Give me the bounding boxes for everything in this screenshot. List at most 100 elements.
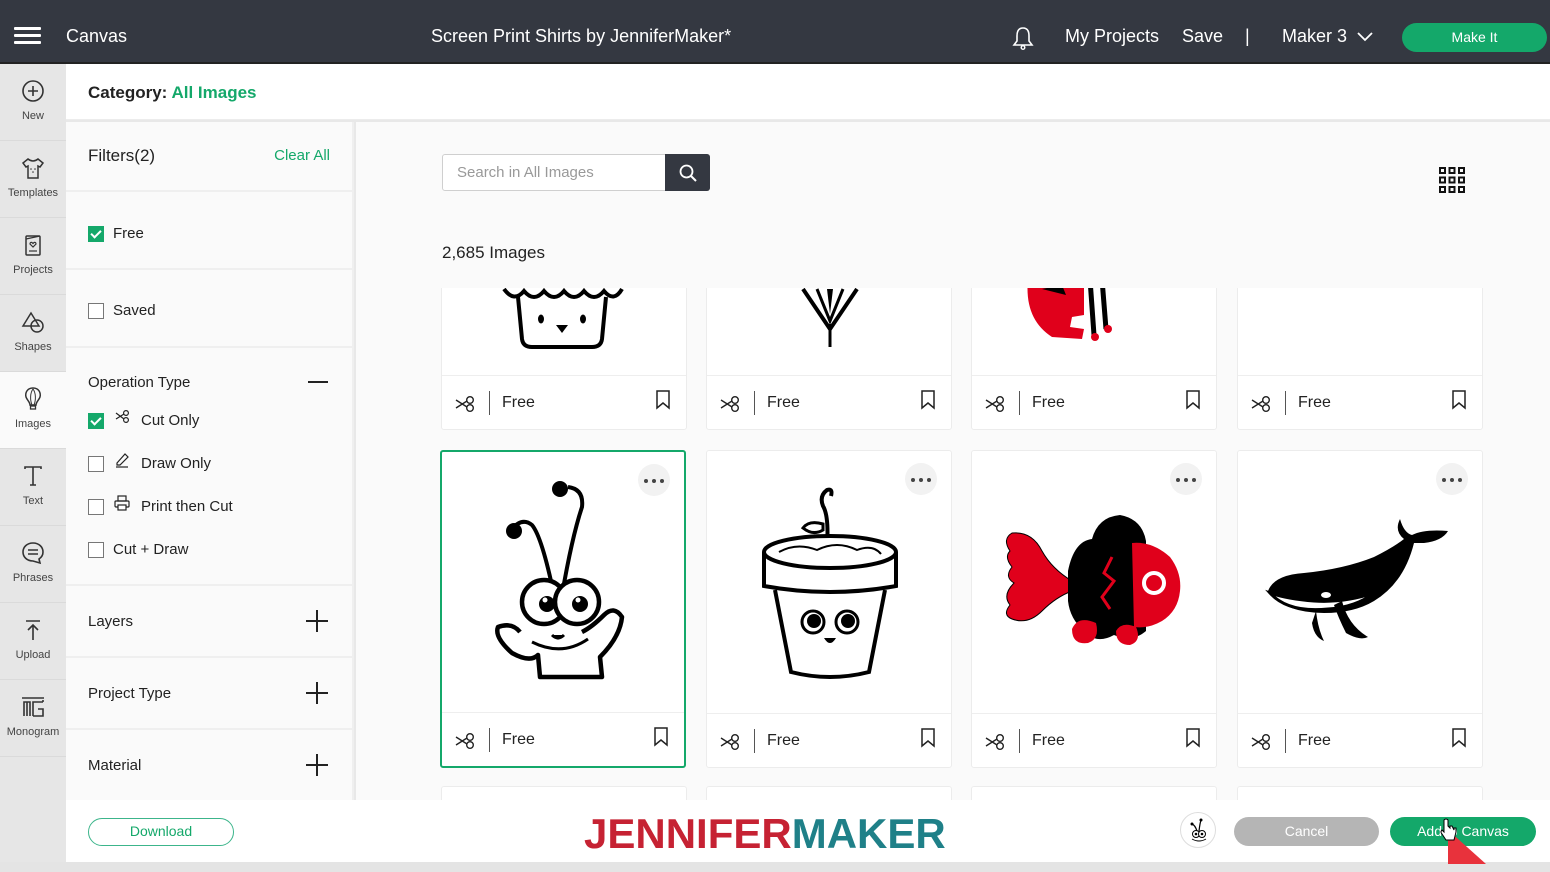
nav-images[interactable]: Images — [0, 372, 66, 449]
scissors-icon — [720, 396, 739, 412]
hamburger-menu-icon[interactable] — [14, 27, 41, 45]
cut-draw-checkbox[interactable] — [88, 542, 104, 558]
more-options-button[interactable] — [638, 464, 670, 496]
project-type-title: Project Type — [88, 685, 172, 702]
more-options-button[interactable] — [905, 463, 937, 495]
image-card[interactable] — [441, 786, 687, 800]
bookmark-icon[interactable] — [653, 727, 669, 747]
material-title: Material — [88, 757, 142, 774]
price-label: Free — [1032, 394, 1065, 411]
expand-plus-icon[interactable] — [306, 754, 328, 776]
free-label: Free — [113, 225, 144, 242]
filters-panel: Filters(2) Clear All Free Saved Operatio… — [66, 122, 354, 800]
bookmark-icon[interactable] — [1185, 390, 1201, 410]
image-card[interactable] — [1237, 786, 1483, 800]
grid-view-icon[interactable] — [1438, 166, 1466, 194]
cancel-button[interactable]: Cancel — [1234, 817, 1379, 846]
layers-section[interactable]: Layers — [66, 586, 354, 658]
chevron-down-icon[interactable] — [1357, 30, 1373, 42]
print-then-cut-checkbox[interactable] — [88, 499, 104, 515]
speech-bubble-icon — [22, 542, 44, 565]
machine-selector[interactable]: Maker 3 — [1282, 26, 1347, 47]
bookmark-icon[interactable] — [1451, 390, 1467, 410]
bookmark-icon[interactable] — [1451, 728, 1467, 748]
app-title: Canvas — [66, 26, 128, 46]
nav-label: New — [21, 110, 44, 122]
draw-only-checkbox[interactable] — [88, 456, 104, 472]
scissors-icon — [115, 409, 130, 424]
nav-label: Upload — [15, 649, 51, 661]
filters-header: Filters(2) Clear All — [66, 122, 354, 192]
free-checkbox[interactable] — [88, 226, 104, 242]
image-card[interactable] — [706, 786, 952, 800]
image-card[interactable]: Free — [706, 288, 952, 430]
more-options-button[interactable] — [1436, 463, 1468, 495]
image-card[interactable]: Free — [706, 450, 952, 768]
bookmark-icon[interactable] — [655, 390, 671, 410]
image-card[interactable]: Free — [971, 450, 1217, 768]
divider — [754, 729, 755, 753]
saved-checkbox[interactable] — [88, 303, 104, 319]
cupcake-face-image — [502, 288, 624, 349]
jennifermaker-logo: JENNIFERMAKER — [584, 810, 946, 858]
make-it-button[interactable]: Make It — [1402, 23, 1547, 52]
nav-upload[interactable]: Upload — [0, 603, 66, 680]
nav-shapes[interactable]: Shapes — [0, 295, 66, 372]
divider — [1019, 391, 1020, 415]
image-thumbnail[interactable] — [442, 288, 686, 376]
category-value[interactable]: All Images — [171, 83, 256, 102]
image-card[interactable] — [971, 786, 1217, 800]
image-thumbnail[interactable] — [707, 451, 951, 711]
divider — [1019, 729, 1020, 753]
plus-circle-icon — [22, 80, 44, 102]
nav-text[interactable]: Text — [0, 449, 66, 526]
download-button[interactable]: Download — [88, 818, 234, 846]
document-title[interactable]: Screen Print Shirts by JenniferMaker* — [431, 26, 731, 47]
expand-plus-icon[interactable] — [306, 682, 328, 704]
pointer-cursor-icon — [1440, 818, 1486, 864]
material-section[interactable]: Material — [66, 730, 354, 802]
nav-monogram[interactable]: Monogram — [0, 680, 66, 757]
left-navigation: New Templates Projects Shapes Images Tex… — [0, 64, 66, 872]
search-input[interactable] — [443, 155, 665, 190]
cut-only-checkbox[interactable] — [88, 413, 104, 429]
bottom-strip — [0, 862, 1550, 872]
image-thumbnail[interactable] — [972, 288, 1216, 376]
image-card[interactable]: Free — [971, 288, 1217, 430]
project-type-section[interactable]: Project Type — [66, 658, 354, 730]
collapse-minus-icon[interactable] — [308, 381, 328, 383]
clear-all-link[interactable]: Clear All — [274, 147, 330, 164]
expand-plus-icon[interactable] — [306, 610, 328, 632]
save-link[interactable]: Save — [1182, 26, 1223, 47]
nav-new[interactable]: New — [0, 64, 66, 141]
bookmark-icon[interactable] — [1185, 728, 1201, 748]
image-thumbnail[interactable] — [1238, 288, 1482, 376]
image-thumbnail[interactable] — [1238, 451, 1482, 711]
nav-projects[interactable]: Projects — [0, 218, 66, 295]
image-card-selected[interactable]: Free — [440, 450, 686, 768]
image-thumbnail[interactable] — [707, 288, 951, 376]
bookmark-icon[interactable] — [920, 390, 936, 410]
image-thumbnail[interactable] — [972, 451, 1216, 711]
scissors-icon — [985, 734, 1004, 750]
scissors-icon — [1251, 396, 1270, 412]
tshirt-icon — [21, 158, 45, 179]
saved-filter: Saved — [66, 270, 354, 348]
filters-title: Filters(2) — [88, 146, 156, 165]
scissors-icon — [1251, 734, 1270, 750]
nav-phrases[interactable]: Phrases — [0, 526, 66, 603]
draw-only-label: Draw Only — [141, 455, 212, 472]
image-card[interactable]: Free — [1237, 450, 1483, 768]
nav-templates[interactable]: Templates — [0, 141, 66, 218]
bell-icon[interactable] — [1012, 26, 1034, 50]
selected-image-thumbnail[interactable] — [1180, 812, 1216, 848]
image-thumbnail[interactable] — [442, 452, 684, 712]
search-button[interactable] — [665, 154, 710, 191]
image-card[interactable]: Free — [441, 288, 687, 430]
operation-type-title: Operation Type — [88, 374, 191, 391]
divider — [489, 728, 490, 752]
image-card[interactable]: Free — [1237, 288, 1483, 430]
bookmark-icon[interactable] — [920, 728, 936, 748]
my-projects-link[interactable]: My Projects — [1065, 26, 1159, 47]
more-options-button[interactable] — [1170, 463, 1202, 495]
